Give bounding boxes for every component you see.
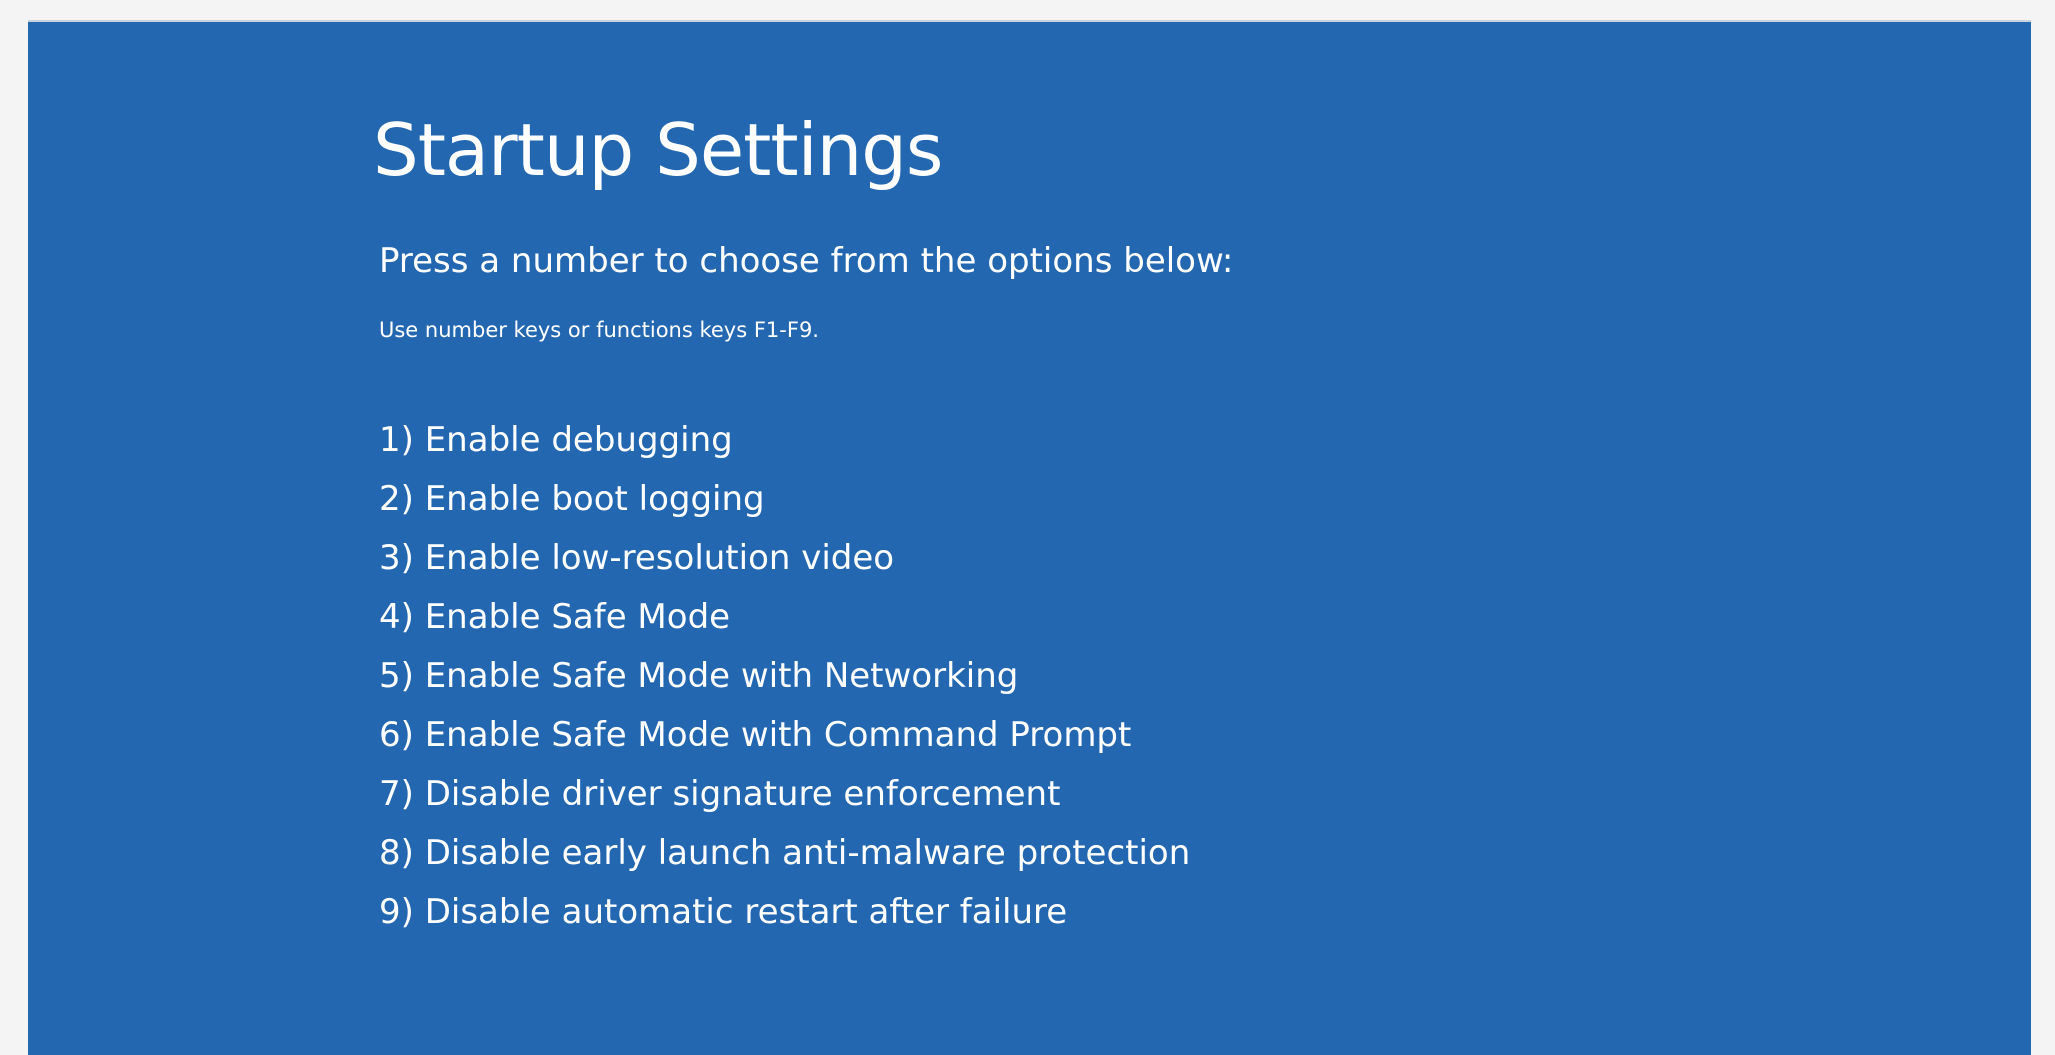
option-enable-debugging[interactable]: 1) Enable debugging [379, 411, 1233, 470]
option-enable-low-resolution-video[interactable]: 3) Enable low-resolution video [379, 529, 1233, 588]
page-title: Startup Settings [373, 108, 943, 192]
option-enable-boot-logging[interactable]: 2) Enable boot logging [379, 470, 1233, 529]
option-enable-safe-mode-networking[interactable]: 5) Enable Safe Mode with Networking [379, 647, 1233, 706]
instruction-text: Press a number to choose from the option… [379, 241, 1234, 281]
option-disable-early-launch-anti-malware[interactable]: 8) Disable early launch anti-malware pro… [379, 824, 1233, 883]
option-enable-safe-mode[interactable]: 4) Enable Safe Mode [379, 588, 1233, 647]
startup-options-list: 1) Enable debugging 2) Enable boot loggi… [379, 411, 1233, 942]
key-hint-text: Use number keys or functions keys F1-F9. [379, 318, 819, 342]
option-disable-automatic-restart[interactable]: 9) Disable automatic restart after failu… [379, 883, 1233, 942]
option-enable-safe-mode-command-prompt[interactable]: 6) Enable Safe Mode with Command Prompt [379, 706, 1233, 765]
startup-settings-screen: Startup Settings Press a number to choos… [28, 20, 2031, 1055]
option-disable-driver-signature-enforcement[interactable]: 7) Disable driver signature enforcement [379, 765, 1233, 824]
startup-settings-content: Startup Settings Press a number to choos… [373, 114, 1233, 942]
outer-frame: Startup Settings Press a number to choos… [0, 0, 2055, 1055]
